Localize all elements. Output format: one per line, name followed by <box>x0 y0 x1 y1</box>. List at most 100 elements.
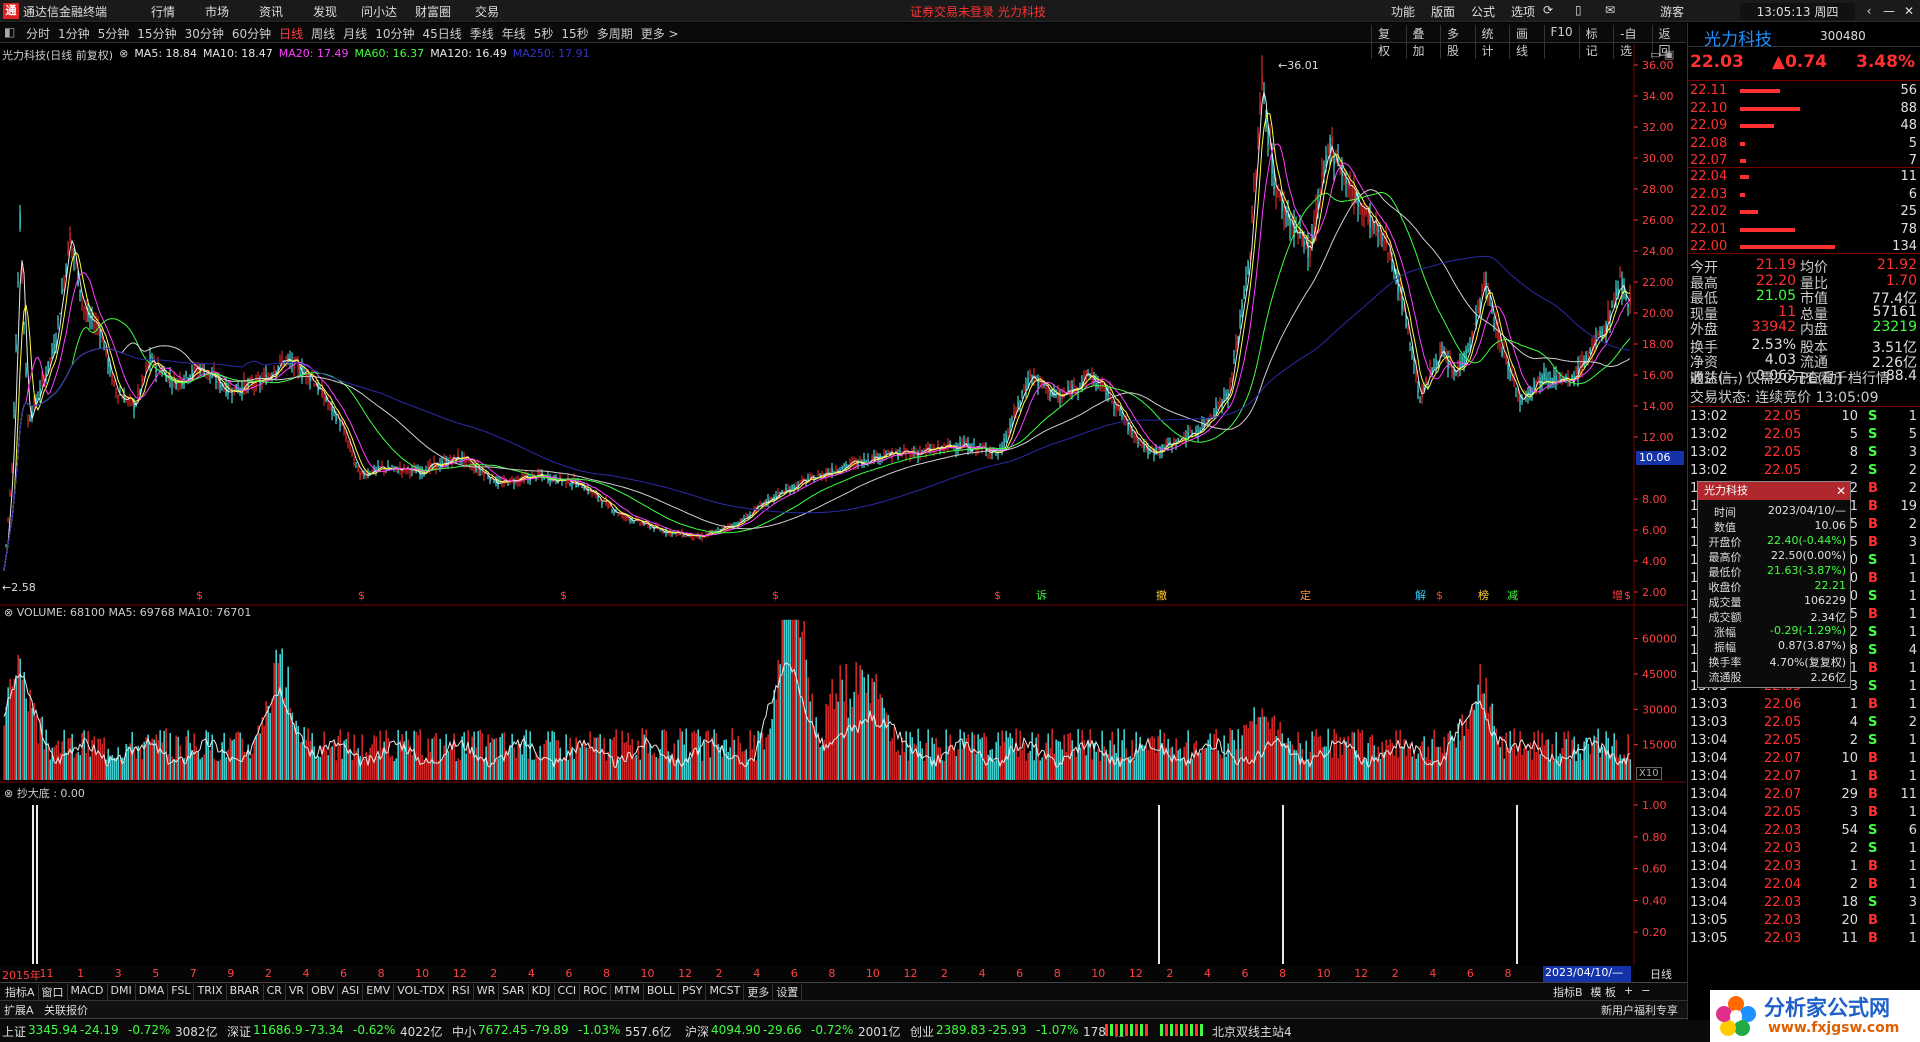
bid-row[interactable]: 22.02 25 <box>1688 204 1920 221</box>
event-marker[interactable]: 解 <box>1415 588 1426 602</box>
related-quotes-tab[interactable]: 关联报价 <box>44 1002 88 1018</box>
indicator-tab-25[interactable]: 设置 <box>773 984 803 1000</box>
indicator-tab-8[interactable]: CR <box>264 984 286 1000</box>
tick-row[interactable]: 13:04 22.03 1 B 1 <box>1688 859 1920 877</box>
indicator-tab-4[interactable]: DMA <box>136 984 169 1000</box>
guest-user[interactable]: 游客 <box>1660 3 1684 20</box>
bid-row[interactable]: 22.03 6 <box>1688 187 1920 204</box>
event-marker[interactable]: 增 <box>1612 588 1623 602</box>
indicator-tab-12[interactable]: EMV <box>363 984 395 1000</box>
bid-row[interactable]: 22.01 78 <box>1688 222 1920 239</box>
close-icon[interactable]: ✕ <box>1898 2 1920 20</box>
menu-0[interactable]: 行情 <box>136 3 190 20</box>
indicator-tab-21[interactable]: BOLL <box>644 984 680 1000</box>
event-marker[interactable]: $ <box>1436 589 1443 602</box>
tick-row[interactable]: 13:04 22.07 10 B 1 <box>1688 751 1920 769</box>
indicator-tab-5[interactable]: FSL <box>168 984 195 1000</box>
tick-row[interactable]: 13:03 22.06 1 B 1 <box>1688 697 1920 715</box>
right-menu-3[interactable]: 选项 <box>1503 3 1543 20</box>
mail-icon[interactable]: ✉ <box>1605 3 1615 17</box>
indicator-tab-0[interactable]: 指标A <box>2 984 39 1000</box>
event-marker[interactable]: 减 <box>1507 589 1518 602</box>
event-marker[interactable]: 榜 <box>1478 588 1489 602</box>
period-tab-7[interactable]: 周线 <box>307 25 339 42</box>
indicator-right-tab-1[interactable]: 模 板 <box>1591 984 1617 1000</box>
indicator-tab-10[interactable]: OBV <box>308 984 339 1000</box>
ask-row[interactable]: 22.10 88 <box>1688 101 1920 118</box>
index-name[interactable]: 深证 <box>227 1023 251 1040</box>
period-tab-1[interactable]: 1分钟 <box>54 25 94 42</box>
event-marker[interactable]: $ <box>994 589 1001 602</box>
minimize-icon[interactable]: — <box>1878 2 1900 20</box>
indicator-tab-13[interactable]: VOL-TDX <box>394 984 449 1000</box>
right-menu-2[interactable]: 公式 <box>1463 3 1503 20</box>
right-menu-1[interactable]: 版面 <box>1423 3 1463 20</box>
tick-row[interactable]: 13:03 22.05 4 S 2 <box>1688 715 1920 733</box>
right-menu-0[interactable]: 功能 <box>1383 3 1423 20</box>
period-tab-2[interactable]: 5分钟 <box>94 25 134 42</box>
index-name[interactable]: 上证 <box>2 1023 26 1040</box>
ask-row[interactable]: 22.09 48 <box>1688 118 1920 135</box>
period-tab-16[interactable]: 更多 > <box>637 25 683 42</box>
menu-3[interactable]: 发现 <box>298 3 352 20</box>
event-marker[interactable]: $ <box>560 589 567 602</box>
indicator-tab-9[interactable]: VR <box>286 984 309 1000</box>
menu-5[interactable]: 财富圈 <box>406 3 460 20</box>
index-name[interactable]: 创业 <box>910 1023 934 1040</box>
new-user-promo[interactable]: 新用户福利专享 <box>1601 1002 1678 1018</box>
event-marker[interactable]: $ <box>772 589 779 602</box>
indicator-right-tab-2[interactable]: + <box>1624 984 1633 1000</box>
indicator-tab-6[interactable]: TRIX <box>194 984 227 1000</box>
indicator-tab-24[interactable]: 更多 <box>744 984 774 1000</box>
indicator-tab-2[interactable]: MACD <box>68 984 108 1000</box>
period-tab-13[interactable]: 5秒 <box>530 25 558 42</box>
indicator-tab-22[interactable]: PSY <box>679 984 707 1000</box>
indicator-tab-14[interactable]: RSI <box>449 984 474 1000</box>
index-name[interactable]: 沪深 <box>685 1023 709 1040</box>
period-tab-14[interactable]: 15秒 <box>557 25 592 42</box>
event-marker[interactable]: $ <box>1624 589 1631 602</box>
indicator-tab-7[interactable]: BRAR <box>227 984 264 1000</box>
event-marker[interactable]: 定 <box>1300 588 1311 602</box>
indicator-tab-18[interactable]: CCI <box>555 984 581 1000</box>
settings-icon[interactable]: ⊗ <box>4 787 13 800</box>
stock-name[interactable]: 光力科技 <box>1704 25 1772 50</box>
indicator-tab-15[interactable]: WR <box>474 984 500 1000</box>
ask-row[interactable]: 22.08 5 <box>1688 136 1920 153</box>
period-tab-15[interactable]: 多周期 <box>593 25 637 42</box>
period-tab-6[interactable]: 日线 <box>275 25 307 42</box>
period-tab-5[interactable]: 60分钟 <box>228 25 275 42</box>
tick-row[interactable]: 13:04 22.03 18 S 3 <box>1688 895 1920 913</box>
menu-4[interactable]: 问小达 <box>352 3 406 20</box>
close-icon[interactable]: ✕ <box>1836 482 1846 500</box>
event-marker[interactable]: 撤 <box>1156 588 1167 602</box>
tick-row[interactable]: 13:02 22.05 10 S 1 <box>1688 409 1920 427</box>
indicator-right-tab-3[interactable]: − <box>1641 984 1650 1000</box>
event-marker[interactable]: 诉 <box>1036 589 1047 602</box>
indicator-tab-16[interactable]: SAR <box>499 984 529 1000</box>
indicator-tab-1[interactable]: 窗口 <box>39 984 68 1000</box>
kline-chart[interactable]: ←36.01←2.58$ $ $ $ $ 诉撤定解 $ 榜减增 $ 36.0034.0032.0… <box>0 43 1686 966</box>
ask-row[interactable]: 22.11 56 <box>1688 83 1920 100</box>
tick-row[interactable]: 13:05 22.03 11 B 1 <box>1688 931 1920 949</box>
login-notice[interactable]: 证券交易未登录 光力科技 <box>910 3 1046 20</box>
back-icon[interactable]: ‹ <box>1858 2 1880 20</box>
panel-toggle-icon[interactable]: ◧ <box>4 25 15 39</box>
tick-row[interactable]: 13:02 22.05 2 S 2 <box>1688 463 1920 481</box>
bid-row[interactable]: 22.04 11 <box>1688 169 1920 186</box>
tick-row[interactable]: 13:04 22.07 1 B 1 <box>1688 769 1920 787</box>
indicator-tab-11[interactable]: ASI <box>338 984 364 1000</box>
tick-row[interactable]: 13:04 22.07 29 B 11 <box>1688 787 1920 805</box>
period-tab-12[interactable]: 年线 <box>498 25 530 42</box>
period-tab-0[interactable]: 分时 <box>22 25 54 42</box>
menu-2[interactable]: 资讯 <box>244 3 298 20</box>
tick-row[interactable]: 13:02 22.05 8 S 3 <box>1688 445 1920 463</box>
indicator-right-tab-0[interactable]: 指标B <box>1553 984 1583 1000</box>
tick-row[interactable]: 13:02 22.05 5 S 5 <box>1688 427 1920 445</box>
phone-icon[interactable]: ▯ <box>1575 3 1582 17</box>
period-tab-4[interactable]: 30分钟 <box>181 25 228 42</box>
settings-icon[interactable]: ⊗ <box>4 606 13 619</box>
tick-row[interactable]: 13:04 22.03 54 S 6 <box>1688 823 1920 841</box>
tick-row[interactable]: 13:04 22.04 2 B 1 <box>1688 877 1920 895</box>
menu-1[interactable]: 市场 <box>190 3 244 20</box>
